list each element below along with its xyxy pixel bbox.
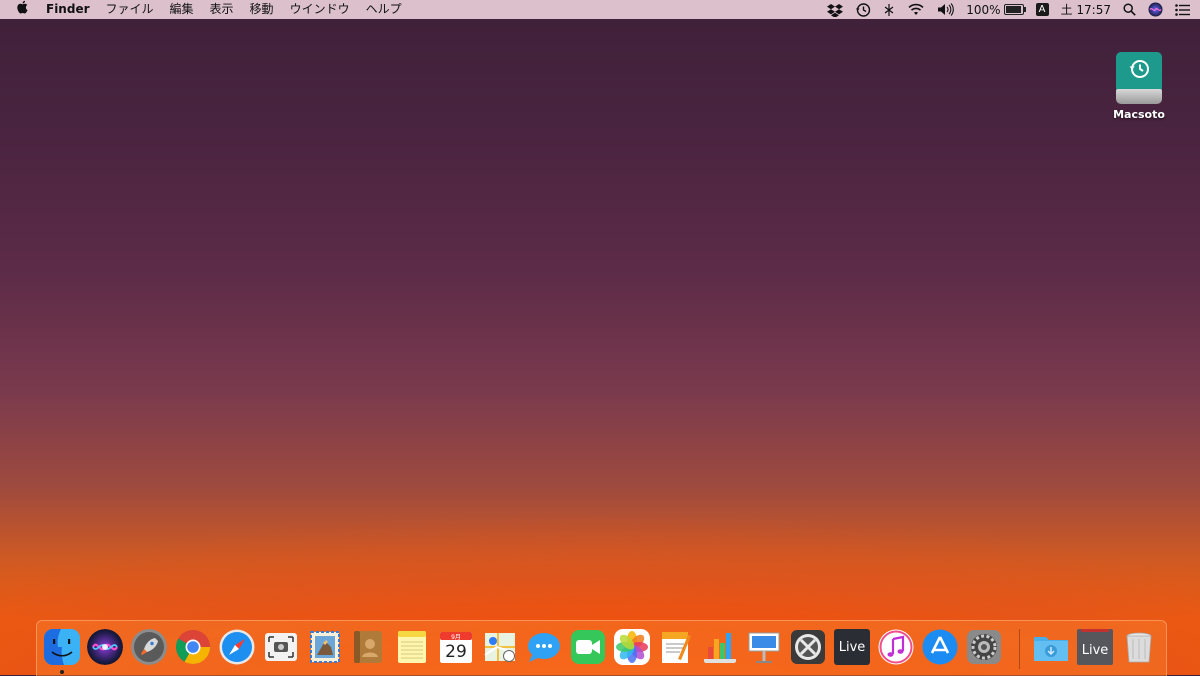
appstore-icon	[922, 629, 958, 665]
dock-launchpad[interactable]	[131, 629, 167, 665]
dock-bootcamp[interactable]	[790, 629, 826, 665]
dock-live[interactable]: Live	[834, 629, 870, 665]
dock-screenshot[interactable]	[263, 629, 299, 665]
dock-live-stack[interactable]: Live	[1077, 629, 1113, 665]
itunes-icon	[878, 629, 914, 665]
safari-icon	[219, 629, 255, 665]
time-machine-icon	[856, 2, 871, 17]
input-method-indicator: A	[1035, 3, 1049, 16]
dropbox-icon	[827, 3, 844, 17]
dock-maps[interactable]	[482, 629, 518, 665]
dock-mail[interactable]	[307, 629, 343, 665]
calendar-month-label: 9月	[451, 634, 461, 641]
dock-messages[interactable]	[526, 629, 562, 665]
wifi-status[interactable]	[901, 0, 931, 19]
battery-percentage: 100%	[966, 2, 1001, 17]
pages-icon	[662, 632, 691, 663]
siri-icon	[87, 629, 123, 665]
volume-icon	[938, 3, 955, 16]
dock-app-store[interactable]	[922, 629, 958, 665]
launchpad-icon	[131, 629, 167, 665]
screenshot-icon	[265, 633, 297, 661]
trash-icon	[1126, 632, 1152, 663]
siri-button[interactable]	[1142, 0, 1169, 19]
menu-go[interactable]: 移動	[242, 0, 282, 19]
spotlight-button[interactable]	[1117, 0, 1142, 19]
menu-window[interactable]: ウインドウ	[282, 0, 358, 19]
dock-siri[interactable]	[87, 629, 123, 665]
downloads-folder-icon	[1034, 637, 1068, 661]
menu-bar-right: 100% A 土 17:57	[821, 0, 1200, 19]
dock-contacts[interactable]	[350, 629, 386, 665]
time-machine-status[interactable]	[849, 0, 877, 19]
app-menu-finder[interactable]: Finder	[38, 0, 98, 19]
finder-running-indicator	[60, 670, 64, 674]
dock-pages[interactable]	[658, 629, 694, 665]
menu-file[interactable]: ファイル	[98, 0, 162, 19]
mail-icon	[310, 631, 340, 663]
clock[interactable]: 土 17:57	[1055, 0, 1117, 19]
dock-numbers[interactable]	[702, 629, 738, 665]
dock-keynote[interactable]	[746, 629, 782, 665]
dropbox-status[interactable]	[821, 0, 849, 19]
finder-icon	[44, 629, 80, 665]
time-machine-drive-icon	[1116, 52, 1162, 104]
menu-edit[interactable]: 編集	[162, 0, 202, 19]
wifi-icon	[908, 3, 924, 15]
menu-view[interactable]: 表示	[202, 0, 242, 19]
dock-facetime[interactable]	[570, 629, 606, 665]
bluetooth-like-icon	[884, 3, 894, 16]
live-stack-icon: Live	[1081, 642, 1109, 658]
volume-status[interactable]	[931, 0, 960, 19]
desktop-drive-label: Macsoto	[1113, 108, 1165, 121]
system-preferences-icon	[967, 630, 1001, 664]
bootcamp-icon	[791, 630, 825, 664]
dock-itunes[interactable]	[878, 629, 914, 665]
dock-separator	[1019, 629, 1020, 669]
dock-notes[interactable]	[394, 629, 430, 665]
contacts-icon	[354, 631, 382, 663]
notes-icon	[398, 631, 426, 663]
notification-center-button[interactable]	[1169, 0, 1200, 19]
input-method-status[interactable]: A	[1030, 0, 1055, 19]
siri-icon	[1148, 2, 1163, 17]
dock-icons: 9月 29 Live Live	[37, 621, 1166, 676]
maps-icon	[484, 633, 516, 662]
dock-chrome[interactable]	[175, 629, 211, 665]
dock: 9月 29 Live Live	[36, 620, 1167, 676]
menu-bar: Finder ファイル 編集 表示 移動 ウインドウ ヘルプ 100% A 土 …	[0, 0, 1200, 19]
dock-trash[interactable]	[1121, 629, 1157, 665]
dock-system-preferences[interactable]	[966, 629, 1002, 665]
dock-downloads[interactable]	[1033, 629, 1069, 665]
dock-safari[interactable]	[219, 629, 255, 665]
list-icon	[1175, 3, 1190, 16]
facetime-icon	[571, 630, 605, 664]
chrome-icon	[176, 630, 210, 664]
numbers-icon	[704, 633, 736, 663]
menu-help[interactable]: ヘルプ	[358, 0, 410, 19]
battery-status[interactable]: 100%	[960, 0, 1029, 19]
menu-bar-left: Finder ファイル 編集 表示 移動 ウインドウ ヘルプ	[0, 0, 410, 19]
live-icon: Live	[838, 639, 866, 655]
dock-finder[interactable]	[44, 629, 80, 665]
apple-menu[interactable]	[0, 0, 38, 19]
apple-icon	[17, 0, 28, 14]
dock-calendar[interactable]: 9月 29	[438, 629, 474, 665]
desktop-drive-macsoto[interactable]: Macsoto	[1104, 52, 1174, 121]
keynote-icon	[748, 632, 780, 663]
search-icon	[1123, 3, 1136, 16]
battery-icon	[1003, 4, 1026, 15]
accessibility-status[interactable]	[877, 0, 901, 19]
calendar-day-label: 29	[445, 642, 467, 662]
messages-icon	[528, 633, 560, 662]
photos-icon	[614, 629, 650, 665]
dock-photos[interactable]	[614, 629, 650, 665]
